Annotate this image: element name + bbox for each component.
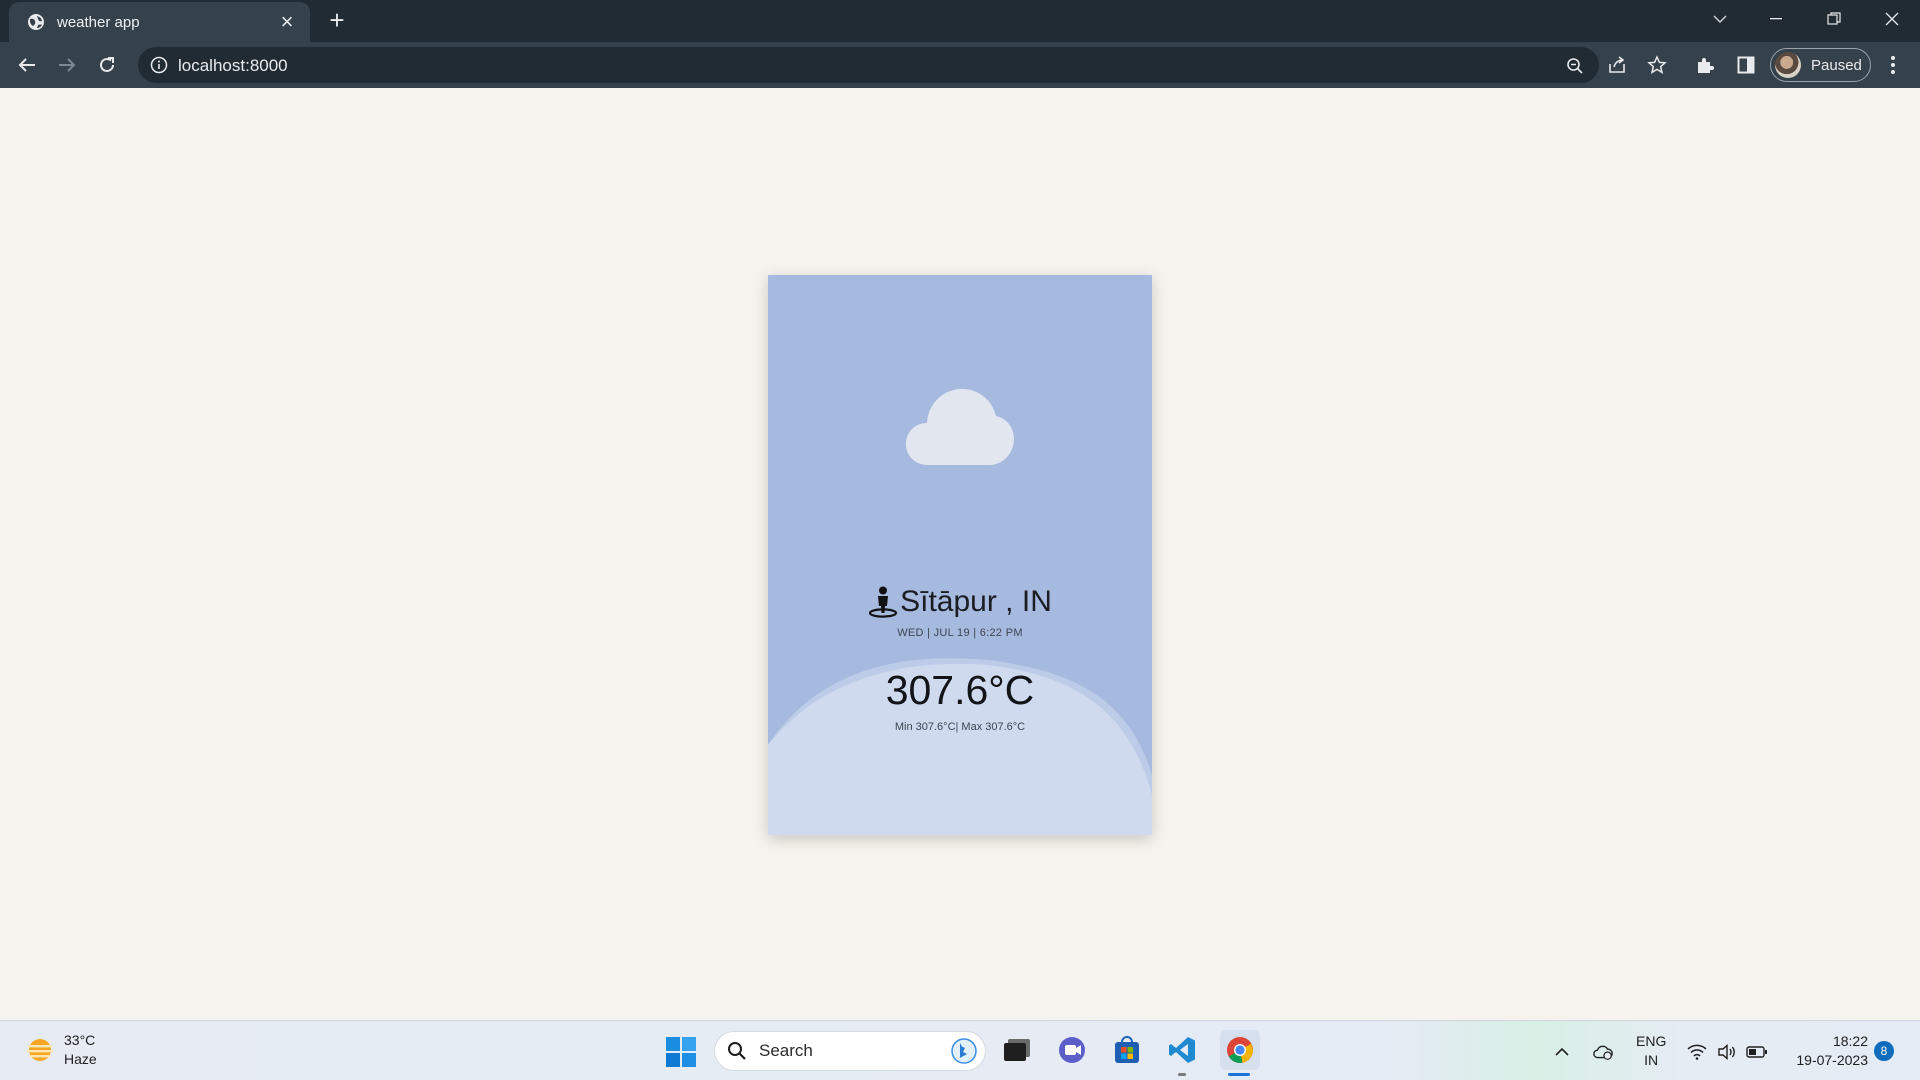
teams-chat-icon[interactable] — [1055, 1033, 1089, 1067]
onedrive-cloud-icon[interactable] — [1592, 1041, 1614, 1063]
widget-temperature: 33°C — [64, 1032, 96, 1048]
location-name: Sītāpur , IN — [900, 585, 1052, 618]
forward-button[interactable] — [51, 49, 83, 81]
address-bar[interactable]: localhost:8000 — [138, 47, 1599, 83]
minimize-button[interactable] — [1752, 0, 1800, 38]
profile-button[interactable]: Paused — [1770, 48, 1871, 82]
microsoft-store-icon[interactable] — [1110, 1033, 1144, 1067]
min-max-temperature: Min 307.6°C| Max 307.6°C — [894, 721, 1026, 733]
notification-badge[interactable]: 8 — [1874, 1041, 1894, 1061]
region-code: IN — [1644, 1052, 1659, 1068]
weather-widget[interactable]: 33°C Haze — [26, 1031, 97, 1069]
reload-button[interactable] — [91, 49, 123, 81]
chrome-icon[interactable] — [1220, 1030, 1260, 1070]
globe-icon — [27, 13, 45, 31]
taskbar-search[interactable]: Search — [714, 1031, 986, 1071]
restore-button[interactable] — [1810, 0, 1858, 38]
browser-toolbar: localhost:8000 Paused — [0, 42, 1920, 88]
wifi-icon[interactable] — [1686, 1041, 1708, 1063]
vscode-running-indicator — [1178, 1073, 1186, 1076]
bing-icon[interactable] — [951, 1038, 977, 1064]
card-wave-background — [768, 658, 1152, 835]
battery-icon[interactable] — [1746, 1041, 1768, 1063]
url-text[interactable]: localhost:8000 — [178, 56, 288, 76]
system-clock[interactable]: 18:22 19-07-2023 — [1784, 1032, 1868, 1070]
input-language[interactable]: ENG IN — [1636, 1032, 1666, 1070]
search-label: Search — [759, 1041, 813, 1060]
browser-tab-strip: weather app × + — [0, 0, 1920, 42]
site-info-icon[interactable] — [150, 56, 168, 79]
language-code: ENG — [1636, 1033, 1667, 1049]
haze-sun-icon — [27, 1039, 53, 1061]
share-icon[interactable] — [1606, 54, 1628, 76]
search-icon — [728, 1042, 746, 1060]
date-time: WED | JUL 19 | 6:22 PM — [897, 627, 1023, 639]
clock-time: 18:22 — [1832, 1033, 1868, 1049]
profile-status: Paused — [1811, 56, 1862, 74]
widget-condition: Haze — [64, 1051, 97, 1067]
vscode-icon[interactable] — [1165, 1033, 1199, 1067]
chrome-active-indicator — [1228, 1073, 1250, 1076]
avatar — [1775, 52, 1801, 78]
location: Sītāpur , IN — [768, 585, 1152, 619]
browser-tab[interactable]: weather app × — [9, 2, 310, 42]
volume-icon[interactable] — [1716, 1041, 1738, 1063]
cloud-icon — [906, 389, 1014, 465]
task-view-icon[interactable] — [1000, 1033, 1034, 1067]
location-person-icon — [868, 586, 898, 618]
menu-kebab-icon[interactable] — [1882, 54, 1904, 76]
windows-start-icon[interactable] — [666, 1037, 696, 1067]
tab-close-icon[interactable]: × — [276, 11, 298, 33]
tab-search-icon[interactable] — [1696, 0, 1744, 38]
show-hidden-icons-chevron-icon[interactable] — [1551, 1041, 1573, 1063]
weather-card: Sītāpur , IN WED | JUL 19 | 6:22 PM 307.… — [768, 275, 1152, 835]
side-panel-icon[interactable] — [1735, 54, 1757, 76]
zoom-icon[interactable] — [1565, 56, 1585, 76]
clock-date: 19-07-2023 — [1796, 1052, 1868, 1068]
extensions-icon[interactable] — [1694, 54, 1716, 76]
back-button[interactable] — [11, 49, 43, 81]
temperature: 307.6°C — [885, 667, 1035, 713]
bookmark-star-icon[interactable] — [1646, 54, 1668, 76]
taskbar: 33°C Haze Search ENG IN 18:22 19-07-2023… — [0, 1020, 1920, 1080]
tab-title: weather app — [57, 13, 140, 31]
new-tab-button[interactable]: + — [322, 6, 352, 36]
close-window-button[interactable] — [1868, 0, 1916, 38]
